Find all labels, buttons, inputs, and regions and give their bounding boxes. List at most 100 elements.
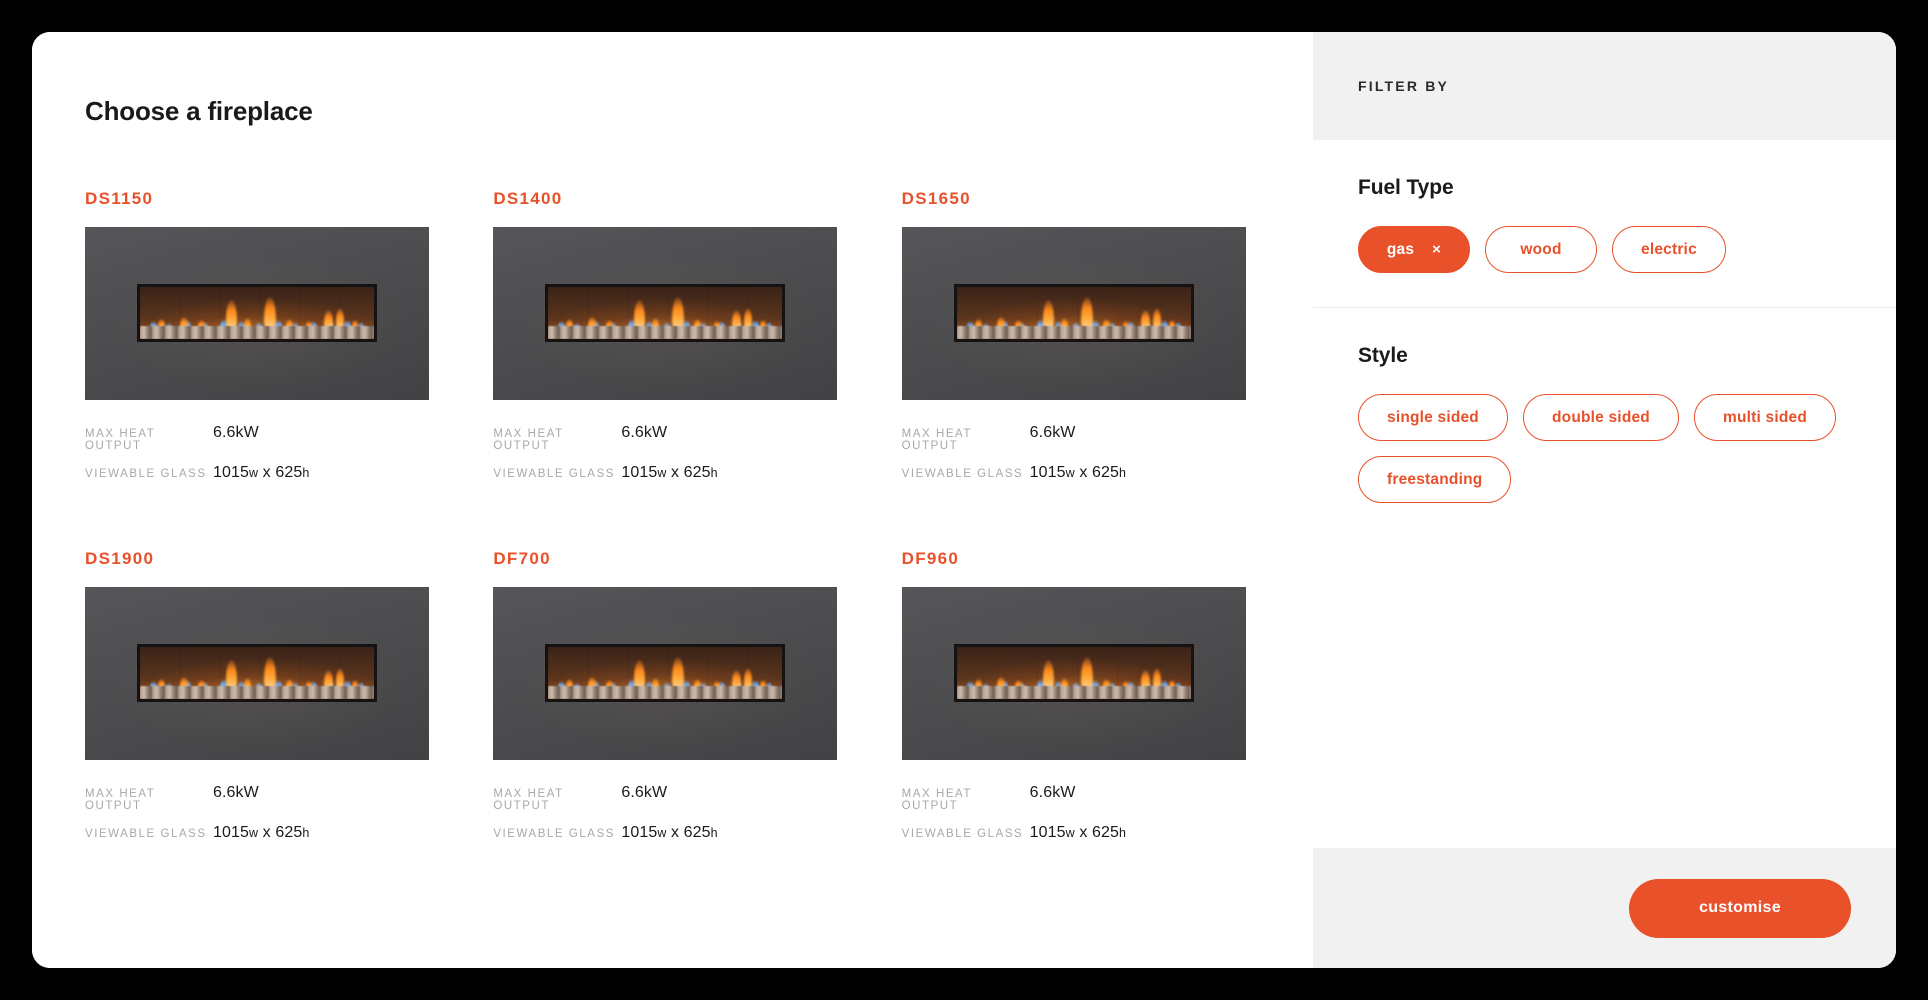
spec-row-max-heat-output: MAX HEAT OUTPUT 6.6kW — [902, 424, 1246, 452]
filter-pill-row: gas × wood electric — [1358, 226, 1851, 273]
filter-section-fuel-type: Fuel Type gas × wood electric — [1313, 140, 1896, 308]
spec-row-viewable-glass: VIEWABLE GLASS 1015w x 625h — [85, 824, 429, 842]
viewable-glass-separator: x — [1074, 464, 1092, 481]
filter-footer: customise — [1313, 848, 1896, 968]
product-specs: MAX HEAT OUTPUT 6.6kW VIEWABLE GLASS 1015w … — [493, 784, 837, 842]
product-name: DS1150 — [85, 189, 154, 208]
viewable-glass-width-unit: w — [1065, 826, 1075, 840]
filter-section-title: Style — [1358, 344, 1408, 367]
product-grid: DS1150 MAX HEAT OUTPUT 6.6kW VIEWABLE GLASS… — [85, 189, 1265, 854]
filter-pill-single-sided[interactable]: single sided — [1358, 394, 1508, 441]
spec-value-viewable-glass: 1015w x 625h — [213, 464, 309, 482]
viewable-glass-separator: x — [258, 464, 276, 481]
viewable-glass-separator: x — [1074, 824, 1092, 841]
close-icon[interactable]: × — [1432, 242, 1441, 257]
viewable-glass-height: 625 — [275, 464, 303, 481]
fireplace-glass-opening — [137, 644, 377, 702]
filter-by-heading: FILTER BY — [1358, 78, 1450, 94]
product-name: DF700 — [493, 549, 551, 568]
viewable-glass-height: 625 — [683, 824, 711, 841]
fireplace-product-image[interactable] — [85, 587, 429, 760]
viewable-glass-width: 1015 — [213, 464, 249, 481]
filter-pill-label: double sided — [1551, 408, 1650, 426]
viewable-glass-width: 1015 — [213, 824, 249, 841]
fireplace-product-image[interactable] — [493, 227, 838, 400]
spec-row-max-heat-output: MAX HEAT OUTPUT 6.6kW — [493, 784, 837, 812]
filter-pill-gas[interactable]: gas × — [1358, 226, 1470, 273]
spec-row-viewable-glass: VIEWABLE GLASS 1015w x 625h — [902, 824, 1246, 842]
spec-value-max-heat-output: 6.6kW — [621, 424, 668, 441]
filter-pill-multi-sided[interactable]: multi sided — [1693, 394, 1836, 441]
viewable-glass-separator: x — [666, 464, 684, 481]
app-panel: Choose a fireplace DS1150 MAX HEAT OUTPUT… — [32, 32, 1896, 968]
spec-row-max-heat-output: MAX HEAT OUTPUT 6.6kW — [493, 424, 837, 452]
spec-value-max-heat-output: 6.6kW — [1029, 424, 1076, 441]
spec-value-viewable-glass: 1015w x 625h — [1030, 824, 1126, 842]
filter-pill-label: single sided — [1387, 408, 1479, 426]
fireplace-product-image[interactable] — [85, 227, 429, 400]
spec-label-max-heat-output: MAX HEAT OUTPUT — [493, 788, 564, 812]
filter-pill-label: multi sided — [1722, 408, 1807, 426]
viewable-glass-width: 1015 — [621, 824, 658, 841]
spec-row-viewable-glass: VIEWABLE GLASS 1015w x 625h — [493, 464, 837, 482]
fireplace-pebble-bed — [548, 326, 783, 339]
product-specs: MAX HEAT OUTPUT 6.6kW VIEWABLE GLASS 1015w … — [85, 424, 429, 482]
spec-row-max-heat-output: MAX HEAT OUTPUT 6.6kW — [902, 784, 1246, 812]
fireplace-glass-opening — [953, 284, 1194, 342]
product-card[interactable]: DF700 MAX HEAT OUTPUT 6.6kW VIEWABLE GLASS 1… — [493, 549, 838, 854]
filter-section-title: Fuel Type — [1358, 176, 1454, 199]
spec-label-max-heat-output: MAX HEAT OUTPUT — [85, 788, 156, 812]
spec-row-max-heat-output: MAX HEAT OUTPUT 6.6kW — [85, 424, 429, 452]
spec-value-max-heat-output: 6.6kW — [621, 784, 668, 801]
viewable-glass-width: 1015 — [621, 464, 658, 481]
viewable-glass-height-unit: h — [302, 466, 310, 480]
viewable-glass-width: 1015 — [1029, 464, 1066, 481]
fireplace-product-image[interactable] — [901, 227, 1246, 400]
product-specs: MAX HEAT OUTPUT 6.6kW VIEWABLE GLASS 1015w … — [493, 424, 837, 482]
filter-pill-electric[interactable]: electric — [1612, 226, 1726, 273]
spec-value-viewable-glass: 1015w x 625h — [213, 824, 309, 842]
spec-row-viewable-glass: VIEWABLE GLASS 1015w x 625h — [902, 464, 1246, 482]
filter-pill-double-sided[interactable]: double sided — [1522, 394, 1679, 441]
page-title: Choose a fireplace — [85, 96, 313, 126]
viewable-glass-width-unit: w — [1065, 466, 1075, 480]
viewable-glass-height: 625 — [1092, 464, 1119, 481]
viewable-glass-separator: x — [666, 824, 684, 841]
fireplace-glass-opening — [137, 284, 377, 342]
product-card[interactable]: DS1400 MAX HEAT OUTPUT 6.6kW VIEWABLE GLASS… — [493, 189, 838, 494]
product-name: DF960 — [901, 549, 960, 568]
spec-value-viewable-glass: 1015w x 625h — [621, 464, 717, 482]
filter-spacer — [1313, 537, 1896, 848]
fireplace-product-image[interactable] — [493, 587, 838, 760]
product-card[interactable]: DF960 MAX HEAT OUTPUT 6.6kW VIEWABLE GLASS 1… — [901, 549, 1246, 854]
spec-label-viewable-glass: VIEWABLE GLASS — [493, 468, 615, 480]
viewable-glass-height: 625 — [275, 824, 303, 841]
viewable-glass-height: 625 — [1092, 824, 1119, 841]
filter-pill-label: electric — [1641, 240, 1697, 258]
viewable-glass-height: 625 — [683, 464, 711, 481]
filter-pill-freestanding[interactable]: freestanding — [1358, 456, 1512, 503]
viewable-glass-height-unit: h — [1119, 466, 1127, 480]
product-card[interactable]: DS1650 MAX HEAT OUTPUT 6.6kW VIEWABLE GLASS… — [901, 189, 1246, 494]
product-card[interactable]: DS1150 MAX HEAT OUTPUT 6.6kW VIEWABLE GLASS… — [85, 189, 429, 494]
filter-section-style: Style single sided double sided multi sided… — [1313, 308, 1896, 537]
fireplace-pebble-bed — [140, 686, 374, 699]
spec-value-max-heat-output: 6.6kW — [1029, 784, 1076, 801]
fireplace-pebble-bed — [956, 686, 1191, 699]
filter-header: FILTER BY — [1313, 32, 1896, 140]
filter-pill-label: wood — [1520, 240, 1562, 258]
filter-sidebar: FILTER BY Fuel Type gas × wood electric Style… — [1313, 32, 1896, 968]
filter-pill-wood[interactable]: wood — [1485, 226, 1597, 273]
product-card[interactable]: DS1900 MAX HEAT OUTPUT 6.6kW VIEWABLE GLASS… — [85, 549, 429, 854]
customise-button[interactable]: customise — [1629, 878, 1851, 938]
viewable-glass-separator: x — [258, 824, 276, 841]
fireplace-product-image[interactable] — [901, 587, 1246, 760]
spec-row-viewable-glass: VIEWABLE GLASS 1015w x 625h — [85, 464, 429, 482]
viewable-glass-height-unit: h — [710, 826, 718, 840]
viewable-glass-height-unit: h — [302, 826, 310, 840]
product-name: DS1900 — [85, 549, 155, 568]
spec-label-max-heat-output: MAX HEAT OUTPUT — [901, 788, 972, 812]
product-specs: MAX HEAT OUTPUT 6.6kW VIEWABLE GLASS 1015w … — [902, 784, 1246, 842]
fireplace-pebble-bed — [548, 686, 783, 699]
viewable-glass-height-unit: h — [710, 466, 718, 480]
